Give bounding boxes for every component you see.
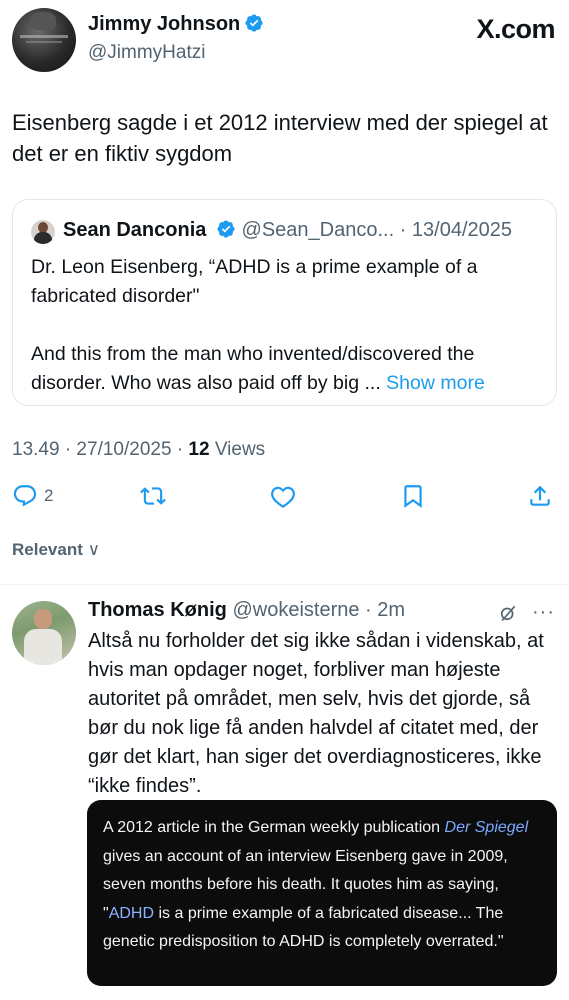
verified-badge-icon: [245, 14, 263, 32]
post-text: Eisenberg sagde i et 2012 interview med …: [12, 110, 548, 166]
like-button[interactable]: [270, 480, 296, 512]
quote-header: Sean Danconia @Sean_Danco... · 13/04/202…: [63, 219, 512, 242]
grok-icon[interactable]: [498, 603, 518, 623]
author-avatar[interactable]: [12, 8, 76, 72]
avatar-image-hand: [30, 12, 56, 30]
share-icon: [530, 485, 550, 506]
like-icon: [271, 486, 295, 508]
more-options-icon[interactable]: ···: [532, 601, 555, 624]
reply-avatar-shirt: [24, 629, 62, 665]
reply-author-avatar[interactable]: [12, 601, 76, 665]
site-label: X.com: [476, 14, 555, 44]
views-label: Views: [209, 439, 266, 460]
sort-label: Relevant: [12, 540, 83, 559]
reply-text: Altså nu forholder det sig ikke sådan i …: [88, 630, 544, 797]
chevron-down-icon: ∨: [87, 540, 101, 559]
repost-button[interactable]: [140, 480, 166, 512]
image-text-part-3: is a prime example of a fabricated disea…: [103, 904, 504, 951]
adhd-link: ADHD: [108, 904, 155, 922]
reply-image-text: A 2012 article in the German weekly publ…: [103, 814, 543, 957]
post-timestamp: 13.49 · 27/10/2025 · 12 Views: [12, 439, 265, 461]
post-header: Jimmy Johnson @JimmyHatzi X.com: [12, 8, 557, 72]
views-count: 12: [188, 439, 210, 460]
bookmark-button[interactable]: [400, 480, 426, 512]
author-handle[interactable]: @JimmyHatzi: [88, 42, 205, 64]
reply-image[interactable]: A 2012 article in the German weekly publ…: [87, 800, 557, 986]
bookmark-icon: [404, 485, 422, 508]
reply-button[interactable]: 2: [12, 480, 53, 512]
quote-author-name[interactable]: Sean Danconia: [63, 219, 206, 241]
reply-avatar-face: [34, 609, 52, 629]
reply-meta: @wokeisterne · 2m: [232, 599, 406, 621]
avatar-image-text: [20, 35, 68, 38]
image-text-part-1: A 2012 article in the German weekly publ…: [103, 819, 445, 836]
quote-avatar-body: [34, 232, 52, 244]
reply-count: 2: [44, 486, 54, 505]
quoted-post[interactable]: Sean Danconia @Sean_Danco... · 13/04/202…: [12, 199, 557, 406]
author-display-name[interactable]: Jimmy Johnson: [88, 13, 264, 36]
reply-author-name[interactable]: Thomas Kønig: [88, 599, 227, 621]
quote-meta: @Sean_Danco... · 13/04/2025: [241, 219, 513, 241]
reply-sort-selector[interactable]: Relevant ∨: [12, 540, 100, 560]
avatar-image-text-2: [26, 41, 62, 43]
author-name-text[interactable]: Jimmy Johnson: [88, 13, 240, 35]
der-spiegel-link: Der Spiegel: [444, 819, 529, 836]
action-bar: 2: [12, 480, 557, 512]
quote-paragraph-1: Dr. Leon Eisenberg, “ADHD is a prime exa…: [31, 256, 478, 307]
reply-header-icons: ···: [498, 601, 555, 624]
reply-header: Thomas Kønig @wokeisterne · 2m: [88, 599, 405, 622]
quote-body: Dr. Leon Eisenberg, “ADHD is a prime exa…: [31, 253, 541, 398]
verified-badge-icon: [217, 220, 235, 238]
divider: [0, 584, 569, 585]
timestamp-text[interactable]: 13.49 · 27/10/2025 ·: [12, 439, 188, 460]
show-more-link[interactable]: Show more: [386, 372, 485, 394]
share-button[interactable]: [527, 480, 553, 512]
quote-paragraph-2: And this from the man who invented/disco…: [31, 340, 541, 398]
reply-icon: [13, 485, 37, 507]
repost-icon: [140, 487, 166, 505]
quote-author-avatar[interactable]: [31, 220, 55, 244]
